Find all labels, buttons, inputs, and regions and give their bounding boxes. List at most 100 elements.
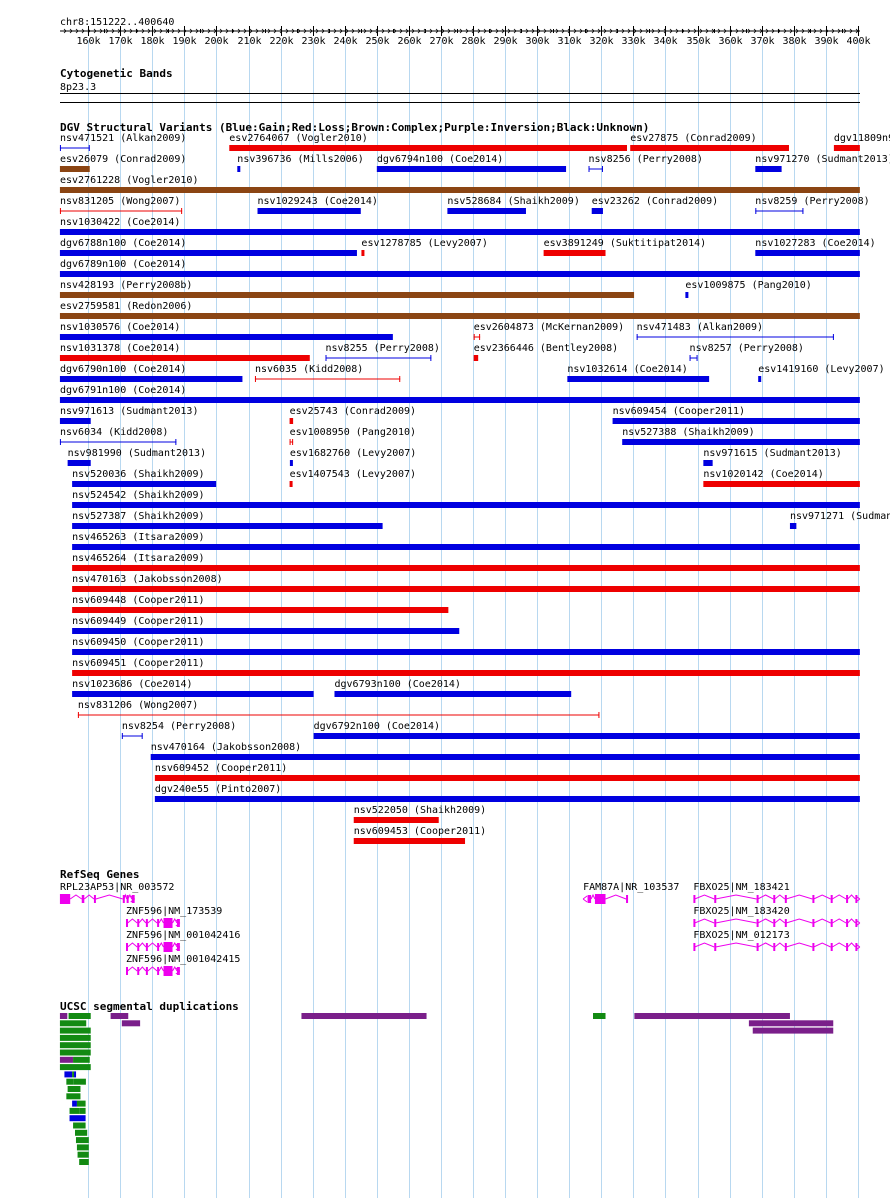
ruler-tick-label: 270k (429, 36, 453, 47)
refseq-intron (847, 918, 856, 924)
dgv-feature-label: nsv8255 (Perry2008) (326, 343, 440, 354)
segdup-block (76, 1100, 86, 1107)
dgv-feature-label: dgv6791n100 (Coe2014) (60, 385, 186, 396)
refseq-exon (122, 895, 125, 903)
dgv-feature-bar (72, 607, 449, 613)
dgv-feature: nsv609449 (Cooper2011) (72, 616, 460, 634)
dgv-feature-label: nsv527387 (Shaikh2009) (72, 511, 204, 522)
refseq-exon (756, 919, 759, 927)
segdup-block (59, 1020, 87, 1027)
dgv-feature-bar (447, 208, 526, 214)
refseq-intron (757, 918, 774, 924)
dgv-feature-label: nsv465264 (Itsara2009) (72, 553, 204, 564)
dgv-feature-label: esv2759581 (Redon2006) (60, 301, 192, 312)
dgv-feature-bar (59, 166, 90, 172)
cytogenetic-bands-title: Cytogenetic Bands (60, 67, 173, 80)
dgv-feature: nsv471521 (Alkan2009) (59, 133, 186, 151)
refseq-exon (784, 895, 787, 903)
dgv-feature: dgv240e55 (Pinto2007) (154, 784, 860, 802)
dgv-feature-bar (154, 796, 860, 802)
dgv-feature-label: esv26079 (Conrad2009) (60, 154, 186, 165)
dgv-feature-bar (473, 355, 479, 361)
ruler-tick-label: 240k (333, 36, 357, 47)
segdup-block (752, 1027, 834, 1034)
refseq-intron (832, 894, 847, 900)
refseq-gene-label: ZNF596|NM_001042415 (126, 954, 240, 965)
ruler-tick-label: 360k (718, 36, 742, 47)
refseq-intron (757, 894, 774, 900)
refseq-intron (715, 942, 757, 948)
dgv-feature: esv26079 (Conrad2009) (59, 154, 186, 172)
refseq-intron (127, 918, 138, 924)
dgv-feature: dgv6788n100 (Coe2014) (59, 238, 357, 256)
dgv-feature-bar (59, 418, 91, 424)
refseq-exon (137, 967, 140, 975)
dgv-feature: esv2764067 (Vogler2010) (229, 133, 628, 151)
dgv-feature-label: nsv470163 (Jakobsson2008) (72, 574, 223, 585)
dgv-feature: esv27875 (Conrad2009) (630, 133, 789, 151)
dgv-feature: nsv8255 (Perry2008) (325, 343, 440, 361)
dgv-feature: nsv971613 (Sudmant2013) (59, 406, 198, 424)
dgv-feature-label: nsv8256 (Perry2008) (589, 154, 703, 165)
dgv-feature-bar (334, 691, 572, 697)
refseq-intron (813, 918, 831, 924)
ruler-tick-label: 340k (653, 36, 677, 47)
dgv-feature: nsv8259 (Perry2008) (755, 196, 870, 214)
refseq-exon (126, 919, 129, 927)
ruler-tick-label: 180k (140, 36, 164, 47)
dgv-feature-bar (59, 397, 860, 403)
dgv-feature-bar (543, 250, 606, 256)
refseq-exon (714, 919, 717, 927)
refseq-exon (784, 943, 787, 951)
segdup-track-title: UCSC segmental duplications (60, 1000, 239, 1013)
ruler-tick-label: 280k (461, 36, 485, 47)
refseq-exon (693, 895, 696, 903)
dgv-feature-label: dgv6789n100 (Coe2014) (60, 259, 186, 270)
segdup-block (69, 1107, 80, 1114)
dgv-feature: esv1278785 (Levy2007) (361, 238, 488, 256)
refseq-intron (158, 917, 164, 924)
dgv-feature-label: nsv8257 (Perry2008) (690, 343, 804, 354)
refseq-gene-label: ZNF596|NM_173539 (126, 906, 222, 917)
dgv-feature: esv1009875 (Pang2010) (685, 280, 812, 298)
dgv-feature: nsv6035 (Kidd2008) (254, 364, 401, 382)
genome-browser-view: chr8:151222..400640 160k 170k 180k 190k 200k… (0, 0, 890, 1198)
segdup-block (748, 1020, 834, 1027)
segdup-block (634, 1013, 790, 1019)
refseq-exon (157, 919, 160, 927)
segdup-block (59, 1013, 68, 1019)
refseq-intron (813, 894, 831, 900)
dgv-feature-label: esv2761228 (Vogler2010) (60, 175, 198, 186)
dgv-feature: nsv609454 (Cooper2011) (612, 406, 860, 424)
segdup-block (59, 1056, 74, 1063)
dgv-feature: nsv1027283 (Coe2014) (755, 238, 876, 256)
dgv-feature: nsv470163 (Jakobsson2008) (72, 574, 860, 592)
refseq-intron (69, 894, 83, 900)
dgv-feature-label: esv25743 (Conrad2009) (290, 406, 416, 417)
dgv-feature-label: nsv1032614 (Coe2014) (567, 364, 687, 375)
dgv-feature-label: esv2604873 (McKernan2009) (474, 322, 625, 333)
segdup-block (76, 1144, 89, 1151)
segdup-block (77, 1151, 89, 1158)
ruler-tick-label: 390k (814, 36, 838, 47)
segdup-block (68, 1013, 91, 1019)
refseq-exon (714, 895, 717, 903)
segdup-block (59, 1034, 91, 1041)
dgv-feature-label: nsv428193 (Perry2008b) (60, 280, 192, 291)
refseq-gene: FAM87A|NR_103537 (582, 882, 679, 904)
dgv-feature: dgv6793n100 (Coe2014) (334, 679, 572, 697)
refseq-exon (846, 919, 849, 927)
dgv-feature-label: esv1278785 (Levy2007) (361, 238, 487, 249)
ruler-tick-label: 380k (782, 36, 806, 47)
dgv-feature-label: esv1407543 (Levy2007) (290, 469, 416, 480)
refseq-gene: RPL23AP53|NR_003572 (59, 882, 174, 904)
refseq-exon (145, 943, 148, 951)
dgv-feature-label: nsv1020142 (Coe2014) (703, 469, 823, 480)
dgv-feature-label: nsv6035 (Kidd2008) (255, 364, 363, 375)
dgv-feature-bar (67, 460, 91, 466)
refseq-intron (715, 918, 757, 924)
dgv-feature: nsv1030422 (Coe2014) (59, 217, 860, 235)
dgv-feature-bar (353, 817, 439, 823)
dgv-feature-label: dgv6792n100 (Coe2014) (314, 721, 440, 732)
ruler-tick-label: 250k (365, 36, 389, 47)
